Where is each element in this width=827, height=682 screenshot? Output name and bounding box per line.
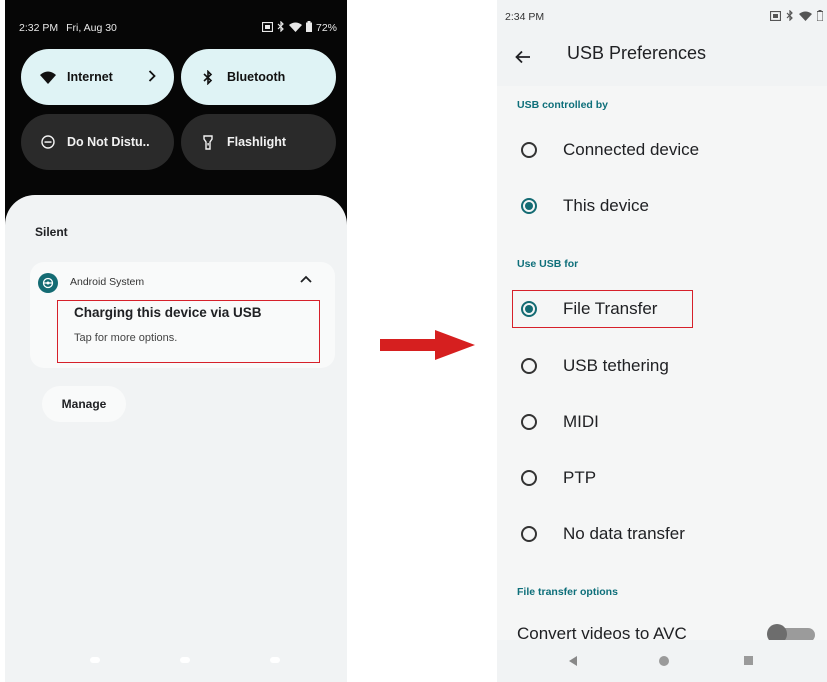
- notification-app-name: Android System: [70, 276, 145, 288]
- radio-file-transfer[interactable]: [521, 301, 537, 317]
- manage-button[interactable]: Manage: [42, 386, 126, 422]
- nav-home-hint[interactable]: [180, 657, 190, 663]
- status-bar-right: 2:34 PM: [505, 9, 824, 24]
- status-time: 2:32 PM: [19, 22, 59, 34]
- nav-recents-icon[interactable]: [744, 656, 753, 665]
- option-label: USB tethering: [563, 356, 669, 375]
- option-connected-device[interactable]: Connected device: [497, 130, 827, 170]
- section-usb-controlled-by: USB controlled by: [517, 99, 609, 111]
- option-label: Connected device: [563, 140, 700, 159]
- notification-text: Tap for more options.: [74, 332, 178, 344]
- screenshot-icon-right: [769, 10, 782, 24]
- tile-bluetooth[interactable]: Bluetooth: [181, 49, 336, 105]
- nav-recents-hint[interactable]: [270, 657, 280, 663]
- usb-preferences-screen: 2:34 PM USB Preferences USB controlled b…: [497, 0, 827, 682]
- battery-icon: [305, 21, 312, 35]
- tile-flashlight-label: Flashlight: [227, 135, 287, 149]
- wifi-status-icon: [288, 22, 302, 35]
- notification-title[interactable]: Charging this device via USB: [74, 305, 262, 320]
- radio-usb-tethering[interactable]: [521, 358, 537, 374]
- page-title: USB Preferences: [567, 43, 707, 63]
- navigation-bar: [90, 657, 280, 665]
- option-label: No data transfer: [563, 524, 685, 543]
- battery-icon-right: [816, 10, 824, 24]
- section-file-transfer-options: File transfer options: [517, 586, 618, 598]
- tile-do-not-disturb-label: Do Not Distu..: [67, 135, 150, 149]
- screenshot-icon: [261, 21, 274, 35]
- do-not-disturb-icon: [35, 135, 61, 149]
- option-this-device[interactable]: This device: [497, 186, 827, 226]
- nav-back-icon[interactable]: [569, 656, 577, 666]
- option-midi[interactable]: MIDI: [497, 402, 827, 442]
- notification-shade-screen: 2:32 PM Fri, Aug 30 72% Internet Bluetoo…: [5, 0, 347, 682]
- nav-home-icon[interactable]: [659, 656, 669, 666]
- option-ptp[interactable]: PTP: [497, 458, 827, 498]
- red-arrow-icon: [380, 330, 475, 360]
- option-file-transfer[interactable]: File Transfer: [497, 289, 827, 329]
- chevron-up-icon[interactable]: [297, 270, 315, 288]
- option-no-data-transfer[interactable]: No data transfer: [497, 514, 827, 554]
- chevron-right-icon: [148, 69, 156, 85]
- wifi-icon: [35, 71, 61, 84]
- android-system-icon: [38, 273, 58, 293]
- radio-midi[interactable]: [521, 414, 537, 430]
- option-usb-tethering[interactable]: USB tethering: [497, 346, 827, 386]
- wifi-status-icon-right: [799, 11, 812, 24]
- battery-percent: 72%: [315, 22, 337, 34]
- status-date: Fri, Aug 30: [66, 22, 117, 34]
- option-label: PTP: [563, 468, 597, 487]
- back-arrow-icon[interactable]: [511, 45, 535, 69]
- status-time-right: 2:34 PM: [505, 11, 545, 23]
- bluetooth-status-icon: [277, 20, 285, 35]
- navigation-bar-right: [497, 640, 827, 682]
- radio-ptp[interactable]: [521, 470, 537, 486]
- tutorial-stage: 2:32 PM Fri, Aug 30 72% Internet Bluetoo…: [0, 0, 827, 682]
- flashlight-icon: [195, 134, 221, 150]
- option-label: This device: [563, 196, 649, 215]
- radio-this-device[interactable]: [521, 198, 537, 214]
- radio-no-data-transfer[interactable]: [521, 526, 537, 542]
- nav-back-hint[interactable]: [90, 657, 100, 663]
- tile-bluetooth-label: Bluetooth: [227, 70, 286, 84]
- section-use-usb-for: Use USB for: [517, 258, 579, 270]
- tile-internet-label: Internet: [67, 70, 113, 84]
- option-label: MIDI: [563, 412, 599, 431]
- tile-do-not-disturb[interactable]: Do Not Distu..: [21, 114, 174, 170]
- bluetooth-status-icon-right: [786, 9, 794, 24]
- tile-flashlight[interactable]: Flashlight: [181, 114, 336, 170]
- status-bar: 2:32 PM Fri, Aug 30 72%: [19, 20, 337, 36]
- option-label: File Transfer: [563, 299, 658, 318]
- radio-connected-device[interactable]: [521, 142, 537, 158]
- bluetooth-icon: [195, 69, 221, 85]
- tile-internet[interactable]: Internet: [21, 49, 174, 105]
- silent-section-label: Silent: [35, 225, 68, 239]
